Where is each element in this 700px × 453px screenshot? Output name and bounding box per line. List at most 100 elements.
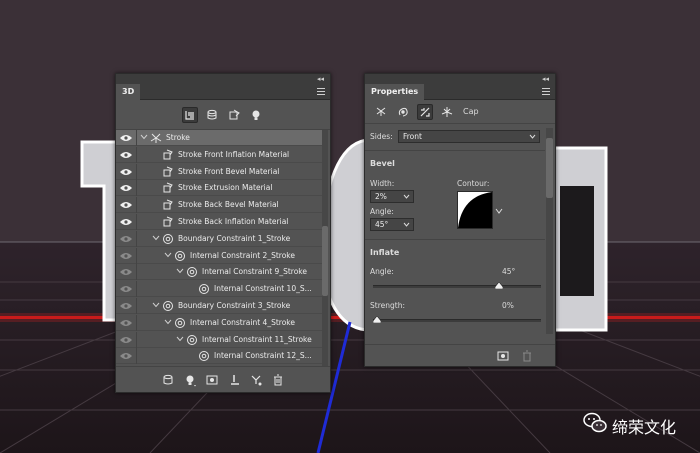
material-filter-icon[interactable] — [226, 107, 242, 123]
tree-row[interactable]: Stroke Back Inflation Material — [116, 214, 322, 230]
tree-row[interactable]: Stroke Front Inflation Material — [116, 146, 322, 163]
visibility-eye-icon[interactable] — [120, 218, 132, 226]
tree-row-label: Stroke Front Inflation Material — [178, 149, 290, 159]
strength-slider-thumb[interactable] — [373, 316, 381, 323]
tree-row[interactable]: Internal Constraint 2_Stroke — [116, 247, 322, 264]
trash-icon[interactable] — [271, 373, 285, 387]
tree-row-label: Stroke Back Bevel Material — [178, 200, 279, 210]
ground-icon[interactable] — [227, 373, 241, 387]
expand-chevron-icon[interactable] — [152, 301, 160, 309]
visibility-eye-icon[interactable] — [120, 352, 132, 360]
tree-row[interactable]: Stroke — [116, 130, 322, 146]
tree-row[interactable]: Boundary Constraint 1_Stroke — [116, 230, 322, 247]
tree-row-label: Stroke Front Bevel Material — [178, 166, 280, 176]
angle-input[interactable]: 45° — [370, 218, 414, 231]
visibility-eye-icon[interactable] — [120, 285, 132, 293]
expand-chevron-icon[interactable] — [164, 318, 172, 326]
visibility-eye-icon[interactable] — [120, 201, 132, 209]
panel-tabbar: 3D — [116, 84, 330, 100]
contour-chevron-down-icon[interactable] — [495, 207, 503, 215]
row-separator — [136, 298, 137, 314]
scene-filter-icon[interactable] — [182, 106, 198, 123]
collapse-panel-button[interactable]: ◂◂ — [317, 74, 324, 84]
cap-tab-icon[interactable] — [417, 103, 433, 120]
tab-properties[interactable]: Properties — [365, 84, 425, 100]
trash-icon[interactable] — [521, 350, 533, 362]
constraint-icon — [162, 300, 174, 312]
expand-chevron-icon[interactable] — [152, 234, 160, 242]
properties-bottom-toolbar — [365, 344, 555, 366]
expand-chevron-icon[interactable] — [176, 267, 184, 275]
tree-row[interactable]: Boundary Constraint 3_Stroke — [116, 298, 322, 314]
3d-filter-toolbar — [116, 100, 330, 130]
visibility-eye-icon[interactable] — [120, 336, 132, 344]
tab-3d[interactable]: 3D — [116, 84, 141, 100]
tree-row-label: Internal Constraint 12_S... — [214, 351, 312, 361]
inflate-angle-value[interactable]: 45° — [502, 267, 515, 276]
row-separator — [136, 146, 137, 163]
expand-chevron-icon[interactable] — [176, 335, 184, 343]
render-icon[interactable] — [497, 350, 509, 362]
tree-row[interactable]: Internal Constraint 9_Stroke — [116, 264, 322, 281]
chevron-down-icon — [529, 134, 536, 139]
visibility-eye-icon[interactable] — [120, 235, 132, 243]
material-icon — [162, 182, 174, 194]
tree-row[interactable]: Stroke Extrusion Material — [116, 180, 322, 197]
new-light-icon[interactable] — [183, 373, 197, 387]
tree-row[interactable]: Internal Constraint 10_S... — [116, 281, 322, 298]
split-icon[interactable] — [249, 373, 263, 387]
tree-row[interactable]: Internal Constraint 11_Stroke — [116, 331, 322, 348]
3d-panel: ◂◂ 3D Stroke Stroke Front Inflation Mater… — [115, 73, 331, 393]
strength-slider[interactable] — [373, 319, 541, 322]
contour-curve-icon — [458, 192, 492, 228]
constraint-icon — [186, 334, 198, 346]
panel-menu-icon[interactable] — [542, 88, 550, 96]
visibility-eye-icon[interactable] — [120, 151, 132, 159]
expand-chevron-icon[interactable] — [164, 251, 172, 259]
tree-row[interactable]: Stroke Front Bevel Material — [116, 163, 322, 180]
light-filter-icon[interactable] — [248, 107, 264, 123]
mesh-filter-icon[interactable] — [204, 107, 220, 123]
row-separator — [136, 314, 137, 331]
new-mesh-icon[interactable] — [161, 373, 175, 387]
contour-label: Contour: — [457, 179, 490, 188]
panel-tabbar: Properties — [365, 84, 555, 100]
tree-row[interactable]: Internal Constraint 4_Stroke — [116, 314, 322, 331]
visibility-eye-icon[interactable] — [120, 184, 132, 192]
tree-row-label: Boundary Constraint 1_Stroke — [178, 233, 291, 243]
inflate-angle-slider[interactable] — [373, 285, 541, 288]
render-icon[interactable] — [205, 373, 219, 387]
inflate-angle-slider-thumb[interactable] — [495, 282, 503, 289]
properties-scrollbar[interactable] — [546, 128, 553, 334]
tree-row[interactable]: Internal Constraint 12_S... — [116, 348, 322, 365]
contour-preview[interactable] — [457, 191, 493, 229]
width-label: Width: — [370, 179, 395, 188]
panel-menu-icon[interactable] — [317, 88, 325, 96]
constraint-icon — [198, 283, 210, 295]
sides-select[interactable]: Front — [398, 130, 540, 143]
tree-row[interactable]: Stroke Back Bevel Material — [116, 197, 322, 214]
visibility-eye-icon[interactable] — [120, 268, 132, 276]
scene-tree-scrollbar[interactable] — [322, 130, 328, 366]
deform-tab-icon[interactable] — [395, 104, 411, 120]
constraint-icon — [186, 266, 198, 278]
row-separator — [136, 281, 137, 298]
visibility-eye-icon[interactable] — [120, 319, 132, 327]
visibility-eye-icon[interactable] — [120, 134, 132, 142]
panel-header-strip: ◂◂ — [116, 74, 330, 84]
coordinates-tab-icon[interactable] — [439, 104, 455, 120]
row-separator — [136, 163, 137, 180]
expand-chevron-icon[interactable] — [140, 133, 148, 141]
tree-row-label: Boundary Constraint 3_Stroke — [178, 301, 291, 310]
properties-panel: ◂◂ Properties Cap Sides: Front Bevel Wid… — [364, 73, 556, 367]
width-input[interactable]: 2% — [370, 190, 414, 203]
visibility-eye-icon[interactable] — [120, 168, 132, 176]
strength-value[interactable]: 0% — [502, 301, 514, 310]
visibility-eye-icon[interactable] — [120, 302, 132, 310]
material-icon — [162, 149, 174, 161]
visibility-eye-icon[interactable] — [120, 252, 132, 260]
panel-header-strip: ◂◂ — [365, 74, 555, 84]
collapse-panel-button[interactable]: ◂◂ — [542, 74, 549, 84]
watermark-text: 缔荣文化 — [612, 418, 677, 437]
mesh-tab-icon[interactable] — [373, 104, 389, 120]
